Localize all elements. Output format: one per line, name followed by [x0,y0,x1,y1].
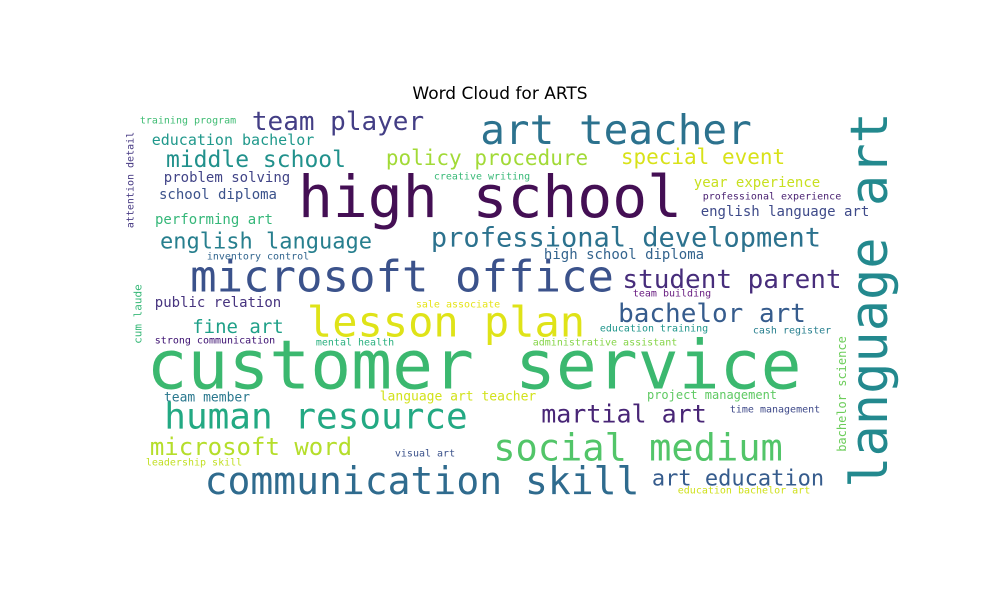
word-visual-art: visual art [395,449,455,460]
word-cum-laude: cum laude [132,284,145,344]
word-team-building: team building [633,289,711,300]
word-education-training: education training [600,324,708,335]
word-professional-experience: professional experience [703,192,841,203]
word-bachelor-science: bachelor science [835,336,849,452]
word-project-management: project management [647,388,777,402]
word-creative-writing: creative writing [434,172,530,183]
word-policy-procedure: policy procedure [386,146,588,170]
word-strong-communication: strong communication [155,336,275,347]
word-special-event: special event [621,145,785,169]
word-martial-art: martial art [541,400,707,429]
word-training-program: training program [140,116,236,127]
word-cash-register: cash register [753,326,831,337]
word-education-bachelor: education bachelor [152,131,315,149]
word-english-language-art: english language art [701,204,870,220]
word-time-management: time management [730,405,820,416]
word-mental-health: mental health [316,338,394,349]
word-problem-solving: problem solving [164,170,290,186]
word-public-relation: public relation [155,295,281,311]
word-leadership-skill: leadership skill [146,458,242,469]
word-language-art: language art [840,112,900,488]
word-high-school-diploma: high school diploma [544,247,704,263]
word-cloud: customer servicehigh school language artm… [126,106,901,503]
word-education-bachelor-art: education bachelor art [678,486,810,497]
word-performing-art: performing art [155,212,273,228]
word-sale-associate: sale associate [416,300,500,311]
word-school-diploma: school diploma [159,187,277,203]
word-inventory-control: inventory control [207,252,309,263]
word-year-experience: year experience [694,175,820,191]
word-administrative-assistant: administrative assistant [533,338,678,349]
word-team-member: team member [164,391,250,406]
word-attention-detail: attention detail [126,132,137,228]
word-language-art-teacher: language art teacher [380,390,537,405]
word-social-medium: social medium [493,427,783,470]
